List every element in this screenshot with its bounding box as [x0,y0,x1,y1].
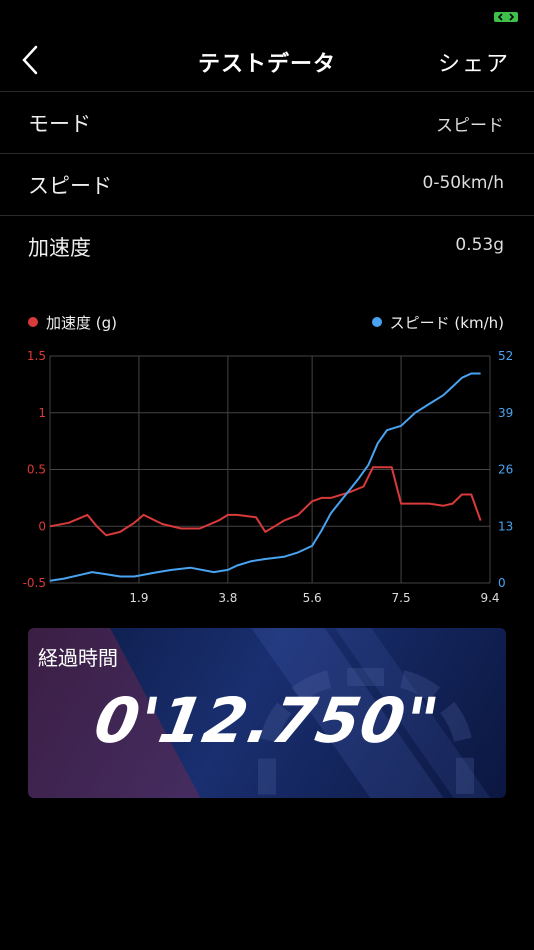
x-tick-label: 9.4 [480,591,499,605]
nav-header: テストデータ シェア [0,30,534,90]
speed-value: 0-50km/h [422,173,505,193]
acceleration-value: 0.53g [455,235,504,255]
x-tick-label: 5.6 [303,591,322,605]
elapsed-time-card: 経過時間 0'12.750" [28,628,506,798]
y-left-tick-label: 0.5 [27,463,46,477]
legend-speed: スピード (km/h) [371,312,504,333]
y-left-tick-label: 0 [38,519,46,533]
legend-accel: 加速度 (g) [28,312,117,333]
speed-label: スピード [28,174,112,198]
red-dot-icon [28,317,38,327]
legend-accel-label: 加速度 (g) [46,314,117,332]
battery-icon [494,8,520,22]
chart: 1.5 52 1 39 0.5 26 0 13 -0.5 0 1.9 3.8 5.6 7.5 9.4 [23,349,514,605]
elapsed-time-value: 0'12.750" [89,684,445,757]
acceleration-row: 加速度 0.53g [0,215,534,278]
y-right-tick-label: 52 [498,349,513,363]
y-right-tick-label: 39 [498,406,513,420]
mode-label: モード [28,112,91,136]
elapsed-time-label: 経過時間 [38,646,118,670]
y-right-tick-label: 26 [498,463,513,477]
speed-row: スピード 0-50km/h [0,153,534,216]
share-button[interactable]: シェア [438,46,510,78]
x-tick-label: 7.5 [392,591,411,605]
mode-row: モード スピード [0,91,534,154]
acceleration-series-line [49,466,482,537]
x-tick-label: 3.8 [218,591,237,605]
y-right-tick-label: 0 [498,576,506,590]
y-right-tick-label: 13 [498,519,513,533]
y-left-tick-label: -0.5 [23,576,46,590]
mode-value: スピード [436,116,504,136]
blue-dot-icon [371,317,382,327]
y-left-tick-label: 1.5 [27,349,46,363]
acceleration-label: 加速度 [28,236,91,260]
y-left-tick-label: 1 [38,406,46,420]
speed-series-line [49,372,481,582]
legend-speed-label: スピード (km/h) [389,314,504,332]
x-tick-label: 1.9 [129,591,148,605]
